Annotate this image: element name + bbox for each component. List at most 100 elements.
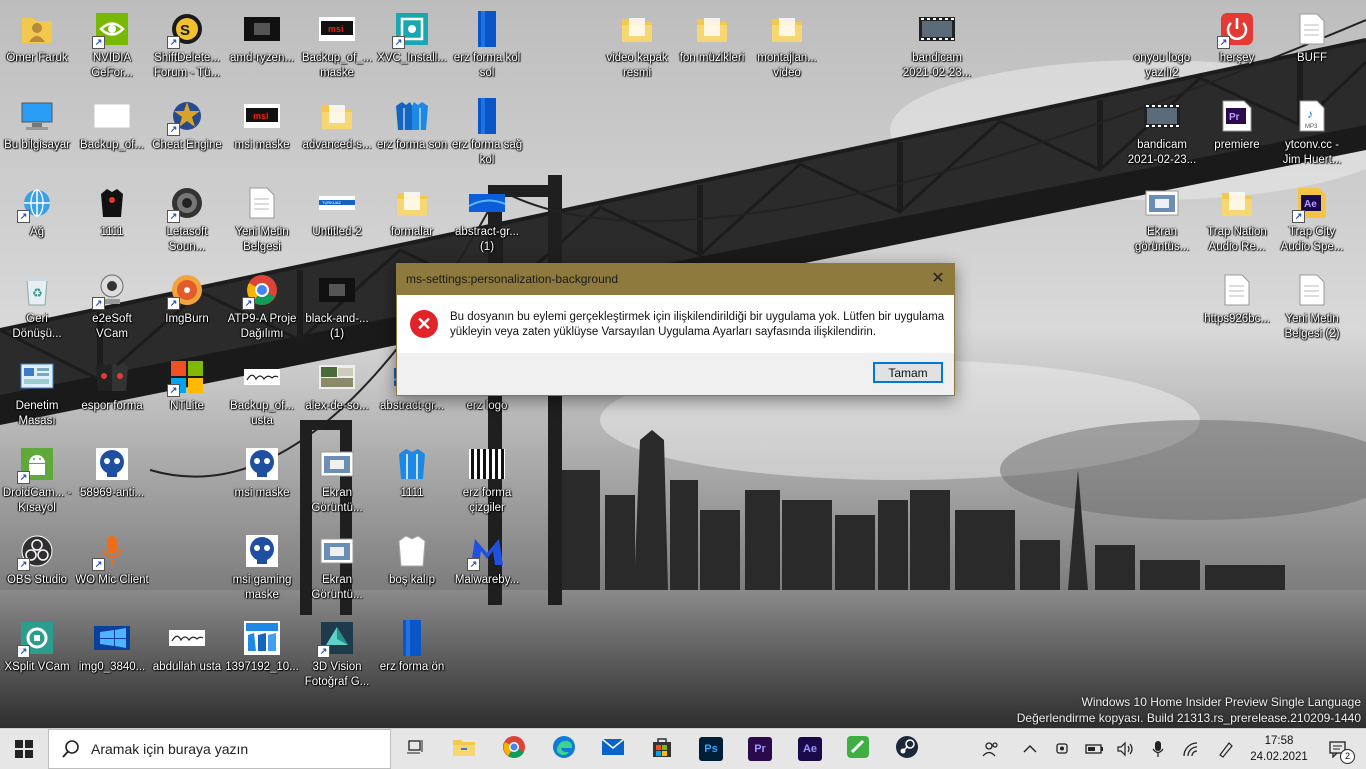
desktop-icon-nvidia[interactable]: ↗ NVIDIA GeFor... [75, 5, 149, 89]
desktop-icon-screenshot[interactable]: Ekran görüntüs... [1125, 179, 1199, 263]
desktop-icon-folder[interactable]: Trap Nation Audio Re... [1200, 179, 1274, 263]
desktop-icon-jerseys-dark[interactable]: espor forma [75, 353, 149, 437]
desktop-icon-stripes[interactable]: erz forma çizgiler [450, 440, 524, 524]
desktop-icon-msi[interactable]: msi Backup_of_... maske [300, 5, 374, 89]
ok-button[interactable]: Tamam [873, 362, 943, 383]
desktop-icon-blue-wide[interactable]: abstract-gr... (1) [450, 179, 524, 263]
desktop-icon-screenshot[interactable]: Ekran Görüntü... [300, 440, 374, 524]
photoshop-icon: Ps [699, 737, 723, 761]
desktop-icon-cheat-engine[interactable]: ↗ Cheat Engine [150, 92, 224, 176]
desktop-icon-premiere[interactable]: Pr premiere [1200, 92, 1274, 176]
taskbar-steam-button[interactable] [883, 729, 931, 769]
desktop-icon-folder-user[interactable]: Ömer Faruk [0, 5, 74, 89]
desktop-icon-signature[interactable]: abdullah usta [150, 614, 224, 698]
desktop-icon-video[interactable]: bandicam 2021-02-23... [1125, 92, 1199, 176]
desktop-icon-control-panel[interactable]: Denetim Masası [0, 353, 74, 437]
desktop-icon-document[interactable]: Yeni Metin Belgesi (2) [1275, 266, 1349, 350]
desktop-icon-android[interactable]: ↗ DroidCam... - Kısayol [0, 440, 74, 524]
notifications-button[interactable]: 2 [1318, 729, 1358, 769]
desktop-icon-speaker[interactable]: ↗ Letasoft Soun... [150, 179, 224, 263]
desktop-icon-mic[interactable]: ↗ WO Mic Client [75, 527, 149, 611]
desktop-icon-ntlite[interactable]: ↗ NTLite [150, 353, 224, 437]
desktop-icon-label: OBS Studio [6, 574, 68, 586]
taskbar-file-explorer-button[interactable] [440, 729, 488, 769]
desktop-icon-image-banner[interactable]: TURKUAZ Untitled-2 [300, 179, 374, 263]
desktop-icon-power[interactable]: ↗ herşey [1200, 5, 1274, 89]
desktop-icon-folder[interactable]: montajlan... video [750, 5, 824, 89]
dialog-titlebar[interactable]: ms-settings:personalization-background ✕ [397, 264, 954, 295]
desktop-icon-shirt-blue[interactable]: 1111 [375, 440, 449, 524]
desktop-icon-blank[interactable]: onyou logo yazılı2 [1125, 5, 1199, 89]
taskbar-photoshop-button[interactable]: Ps [687, 729, 735, 769]
desktop-icon-folder[interactable]: advanced-s... [300, 92, 374, 176]
search-input[interactable] [89, 740, 383, 758]
desktop-icon-chrome[interactable]: ↗ ATP9-A Proje Dağılımı [225, 266, 299, 350]
clock[interactable]: 17:58 24.02.2021 [1246, 729, 1312, 769]
desktop-icon-windows-wall[interactable]: img0_3840... [75, 614, 149, 698]
chevron-up-icon[interactable] [1014, 729, 1046, 769]
desktop-icon-blue-strip[interactable]: erz forma kol sol [450, 5, 524, 89]
desktop-icon-shiftdelete[interactable]: S ↗ ShiftDelete... Forum - Tü... [150, 5, 224, 89]
taskbar-after-effects-button[interactable]: Ae [786, 729, 834, 769]
xsplit-icon: ↗ [17, 620, 55, 658]
desktop-icon-skull-blue[interactable]: msi gaming maske [225, 527, 299, 611]
desktop-icon-blue-strip[interactable]: erz forma sağ kol [450, 92, 524, 176]
taskbar-task-view-button[interactable] [392, 729, 440, 769]
shortcut-arrow-icon: ↗ [167, 123, 180, 136]
desktop-icon-document[interactable]: BUFF [1275, 5, 1349, 89]
taskbar-chrome-button[interactable] [490, 729, 538, 769]
desktop-icon-xsplit[interactable]: ↗ XSplit VCam [0, 614, 74, 698]
taskbar-premiere-button[interactable]: Pr [736, 729, 784, 769]
desktop-icon-blue-strip[interactable]: erz forma ön [375, 614, 449, 698]
desktop-icon-photo[interactable]: alex-de-so... [300, 353, 374, 437]
desktop-icon-document[interactable]: Yeni Metin Belgesi [225, 179, 299, 263]
start-button[interactable] [0, 729, 48, 769]
desktop-icon-image-dark[interactable]: black-and-... (1) [300, 266, 374, 350]
desktop-icon-network[interactable]: ↗ Ağ [0, 179, 74, 263]
desktop-icon-signature[interactable]: Backup_of... usta [225, 353, 299, 437]
taskbar-store-button[interactable] [638, 729, 686, 769]
desktop-icon-installer[interactable]: ↗ XVC_Install... [375, 5, 449, 89]
desktop-icon-recycle[interactable]: ♻ Geri Dönüşü... [0, 266, 74, 350]
desktop-icon-mp3[interactable]: ♪ MP3 ytconv.cc - Jim Huert... [1275, 92, 1349, 176]
windows-wall-icon [94, 620, 130, 656]
desktop-icon-folder[interactable]: formalar [375, 179, 449, 263]
desktop-icon-msi[interactable]: msi msi maske [225, 92, 299, 176]
desktop-icon-obs[interactable]: ↗ OBS Studio [0, 527, 74, 611]
desktop-icon-jerseys[interactable]: erz forma son [375, 92, 449, 176]
desktop-icon-skull-blue[interactable]: 58969-anti... [75, 440, 149, 524]
desktop-icon-malwarebytes[interactable]: ↗ Malwareby... [450, 527, 524, 611]
desktop-icon-computer[interactable]: Bu bilgisayar [0, 92, 74, 176]
desktop-icon-image-dark[interactable]: amd-ryzen... [225, 5, 299, 89]
desktop-icon-aftereffects[interactable]: Ae ↗ Trap City Audio Spe... [1275, 179, 1349, 263]
taskbar-camtasia-button[interactable] [834, 729, 882, 769]
network-icon[interactable] [1175, 729, 1207, 769]
desktop-icon-label: msi maske [234, 487, 290, 499]
desktop-icon-shirt-white[interactable]: boş kalıp [375, 527, 449, 611]
desktop-icon-screenshot[interactable]: Ekran Görüntü... [300, 527, 374, 611]
folder-icon [769, 11, 805, 47]
pen-icon[interactable] [1210, 729, 1242, 769]
desktop-icon-folder[interactable]: video kapak resmi [600, 5, 674, 89]
microphone-icon[interactable] [1142, 729, 1174, 769]
desktop-icon-label: 1111 [400, 487, 424, 499]
taskbar-mail-button[interactable] [589, 729, 637, 769]
desktop-icon-label: Trap City Audio Spe... [1280, 226, 1344, 253]
desktop-icon-folder[interactable]: fon müzikleri [675, 5, 749, 89]
taskbar-edge-button[interactable] [540, 729, 588, 769]
volume-icon[interactable] [1110, 729, 1142, 769]
desktop-icon-skull-blue[interactable]: msi maske [225, 440, 299, 524]
desktop-icon-document[interactable]: https926bc... [1200, 266, 1274, 350]
desktop-icon-video[interactable]: bandicam 2021-02-23... [900, 5, 974, 89]
desktop-icon-shirt-dark[interactable]: 1111 [75, 179, 149, 263]
people-icon[interactable] [975, 729, 1007, 769]
desktop-icon-white-image[interactable]: Backup_of... [75, 92, 149, 176]
desktop-icon-photo-jerseys[interactable]: 1397192_10... [225, 614, 299, 698]
desktop-icon-webcam[interactable]: ↗ e2eSoft VCam [75, 266, 149, 350]
close-icon[interactable]: ✕ [922, 264, 954, 295]
meet-now-icon[interactable] [1047, 729, 1079, 769]
battery-icon[interactable] [1079, 729, 1111, 769]
desktop-icon-3dvision[interactable]: ↗ 3D Vision Fotoğraf G... [300, 614, 374, 698]
desktop-icon-disc[interactable]: ↗ ImgBurn [150, 266, 224, 350]
taskbar-search[interactable] [48, 729, 391, 769]
